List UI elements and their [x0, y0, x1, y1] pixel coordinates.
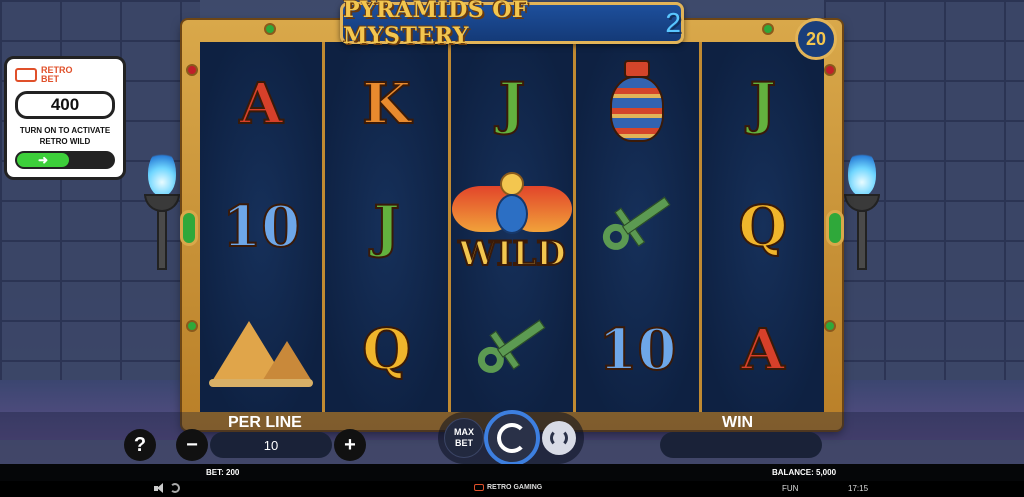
reel-2: K J Q [325, 42, 451, 412]
autoplay-button[interactable] [542, 421, 576, 455]
per-line-value: 10 [210, 432, 332, 458]
win-value [660, 432, 822, 458]
symbol-q: Q [737, 193, 788, 260]
reels-grid: A 10 K J Q J WILD 10 J Q A [200, 42, 825, 412]
pyramids-icon [200, 288, 322, 411]
symbol-j: J [749, 70, 777, 137]
max-bet-button[interactable]: MAX BET [444, 418, 484, 458]
retro-bet-panel: RETRO BET 400 TURN ON TO ACTIVATE RETRO … [4, 56, 126, 180]
frame-gem-icon [264, 23, 276, 35]
retro-logo-icon [15, 68, 37, 82]
increase-bet-button[interactable]: + [334, 429, 366, 461]
reel-frame: A 10 K J Q J WILD 10 J Q A [180, 20, 844, 430]
paylines-badge: 20 [795, 18, 837, 60]
mode-label: FUN [782, 484, 799, 493]
wild-scarab-icon: WILD [451, 165, 573, 288]
balance-amount: BALANCE: 5,000 [772, 468, 837, 477]
symbol-j: J [372, 193, 400, 260]
win-label: WIN [722, 414, 754, 431]
decrease-bet-button[interactable]: − [176, 429, 208, 461]
retro-bet-logo: RETRO BET [15, 63, 115, 87]
reel-4: 10 [576, 42, 702, 412]
frame-gem-icon [824, 320, 836, 332]
per-line-label: PER LINE [228, 414, 302, 431]
arrow-right-icon: ➜ [17, 153, 69, 167]
frame-gem-icon [762, 23, 774, 35]
brand-text: RETRO GAMING [487, 484, 543, 491]
brand-logo: RETRO GAMING [474, 484, 542, 491]
right-torch-icon [842, 150, 882, 270]
bet-amount: BET: 200 [206, 468, 240, 477]
symbol-k: K [361, 70, 412, 137]
ankh-icon [451, 288, 573, 411]
sound-icon[interactable] [154, 483, 164, 493]
symbol-j: J [498, 70, 526, 137]
side-emerald-icon [826, 210, 844, 246]
retro-bet-caption: TURN ON TO ACTIVATE RETRO WILD [19, 126, 111, 146]
retro-logo-text: RETRO BET [41, 65, 73, 84]
game-title-text: PYRAMIDS OF MYSTERY [343, 0, 529, 49]
symbol-a: A [238, 70, 283, 137]
status-bar: BET: 200 BALANCE: 5,000 [0, 464, 1024, 481]
spin-button[interactable] [484, 410, 540, 466]
symbol-q: Q [361, 316, 412, 383]
game-title-number: 2 [665, 7, 681, 38]
game-title: PYRAMIDS OF MYSTERY 2 [340, 0, 684, 49]
reel-5: J Q A [701, 42, 825, 412]
ankh-icon [576, 165, 698, 288]
wild-label: WILD [457, 233, 566, 275]
turbo-icon[interactable] [170, 483, 180, 493]
symbol-10: 10 [221, 193, 301, 260]
vase-icon [576, 42, 698, 165]
frame-gem-icon [824, 64, 836, 76]
side-emerald-icon [180, 210, 198, 246]
frame-gem-icon [186, 64, 198, 76]
symbol-10: 10 [597, 316, 677, 383]
symbol-a: A [740, 316, 785, 383]
help-button[interactable]: ? [124, 429, 156, 461]
reel-3: J WILD [450, 42, 577, 412]
left-torch-icon [142, 150, 182, 270]
autoplay-icon [550, 429, 568, 447]
game-screen: A 10 K J Q J WILD 10 J Q A PYRAMIDS OF M… [0, 0, 1024, 497]
retro-wild-toggle[interactable]: ➜ [15, 151, 115, 169]
frame-gem-icon [186, 320, 198, 332]
brand-icon [474, 484, 484, 491]
reel-1: A 10 [200, 42, 326, 412]
footer-bar: RETRO GAMING FUN 17:15 [0, 481, 1024, 497]
spin-icon [497, 423, 527, 453]
retro-bet-value: 400 [15, 91, 115, 119]
clock: 17:15 [848, 484, 869, 493]
